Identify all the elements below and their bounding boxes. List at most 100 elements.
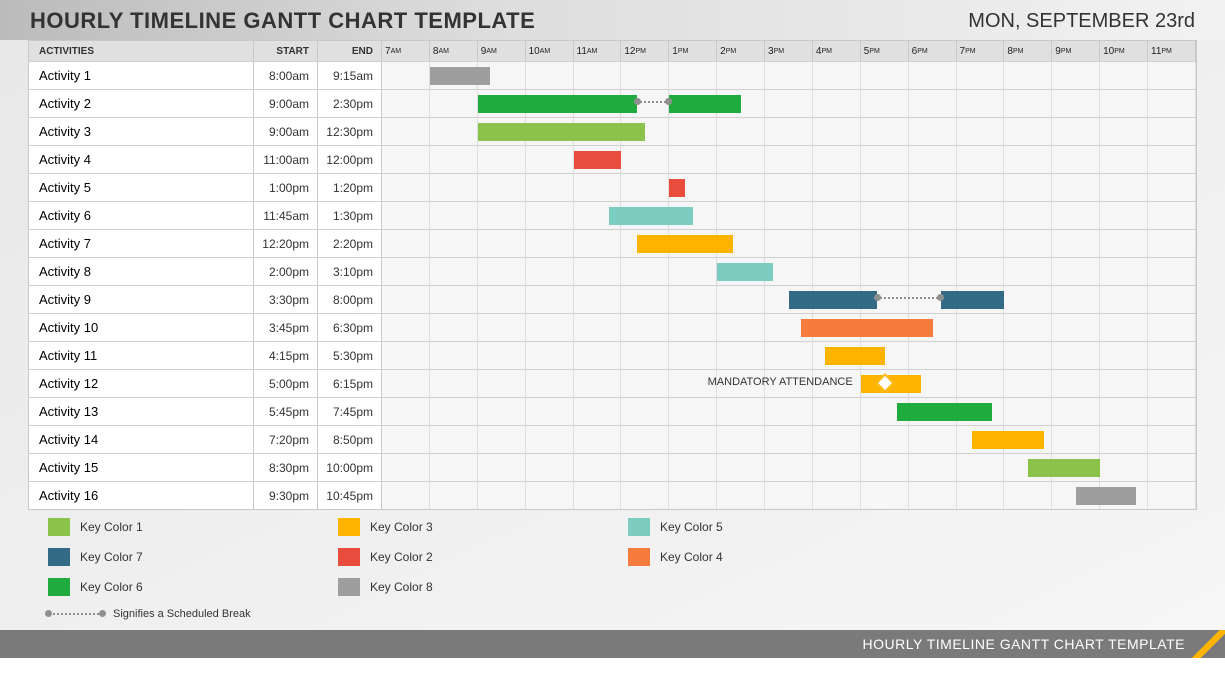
activity-end: 5:30pm — [318, 342, 382, 369]
activity-name: Activity 9 — [29, 286, 254, 313]
activity-end: 1:20pm — [318, 174, 382, 201]
activity-name: Activity 4 — [29, 146, 254, 173]
timeline — [382, 230, 1196, 257]
hour-header: 11AM — [574, 41, 622, 61]
hour-header: 10AM — [526, 41, 574, 61]
legend-item: Key Color 5 — [628, 518, 918, 536]
activity-start: 11:45am — [254, 202, 318, 229]
legend-label: Key Color 7 — [80, 550, 143, 564]
legend: Key Color 1 Key Color 3 Key Color 5 Key Col… — [28, 510, 1197, 624]
col-header-end: END — [318, 41, 382, 61]
activity-end: 2:20pm — [318, 230, 382, 257]
footer-title: HOURLY TIMELINE GANTT CHART TEMPLATE — [863, 636, 1185, 652]
activity-start: 2:00pm — [254, 258, 318, 285]
activity-end: 8:00pm — [318, 286, 382, 313]
activity-row: Activity 29:00am2:30pm — [29, 89, 1196, 117]
break-indicator — [637, 101, 669, 103]
activity-start: 9:30pm — [254, 482, 318, 509]
legend-item: Key Color 1 — [48, 518, 338, 536]
activity-start: 3:30pm — [254, 286, 318, 313]
break-line-icon — [48, 613, 103, 615]
activity-end: 12:00pm — [318, 146, 382, 173]
timeline — [382, 314, 1196, 341]
activity-row: Activity 51:00pm1:20pm — [29, 173, 1196, 201]
activity-start: 1:00pm — [254, 174, 318, 201]
activity-name: Activity 14 — [29, 426, 254, 453]
hour-header: 9AM — [478, 41, 526, 61]
gantt-bar — [1076, 487, 1136, 505]
gantt-bar — [825, 347, 885, 365]
legend-label: Key Color 1 — [80, 520, 143, 534]
hour-header: 2PM — [717, 41, 765, 61]
activity-name: Activity 8 — [29, 258, 254, 285]
activity-end: 12:30pm — [318, 118, 382, 145]
timeline — [382, 258, 1196, 285]
gantt-bar — [972, 431, 1044, 449]
gantt-bar — [478, 95, 637, 113]
timeline — [382, 202, 1196, 229]
activity-name: Activity 3 — [29, 118, 254, 145]
header: HOURLY TIMELINE GANTT CHART TEMPLATE MON… — [0, 0, 1225, 40]
activity-start: 8:00am — [254, 62, 318, 89]
hour-header: 7AM — [382, 41, 430, 61]
timeline — [382, 174, 1196, 201]
activity-end: 1:30pm — [318, 202, 382, 229]
activity-row: Activity 39:00am12:30pm — [29, 117, 1196, 145]
timeline — [382, 90, 1196, 117]
hour-header: 7PM — [957, 41, 1005, 61]
legend-label: Key Color 4 — [660, 550, 723, 564]
legend-swatch — [628, 548, 650, 566]
activity-row: Activity 147:20pm8:50pm — [29, 425, 1196, 453]
gantt-bar — [897, 403, 993, 421]
gantt-chart: ACTIVITIES START END 7AM8AM9AM10AM11AM12… — [0, 40, 1225, 630]
gantt-bar — [430, 67, 490, 85]
activity-row: Activity 93:30pm8:00pm — [29, 285, 1196, 313]
break-legend-label: Signifies a Scheduled Break — [113, 608, 251, 620]
activity-row: Activity 18:00am9:15am — [29, 61, 1196, 89]
activity-name: Activity 12 — [29, 370, 254, 397]
legend-item: Key Color 6 — [48, 578, 338, 596]
legend-swatch — [628, 518, 650, 536]
legend-item: Key Color 7 — [48, 548, 338, 566]
hour-header: 12PM — [621, 41, 669, 61]
legend-break: Signifies a Scheduled Break — [48, 608, 1177, 620]
legend-swatch — [48, 548, 70, 566]
activity-start: 3:45pm — [254, 314, 318, 341]
timeline — [382, 118, 1196, 145]
hour-header: 9PM — [1052, 41, 1100, 61]
activity-row: Activity 611:45am1:30pm — [29, 201, 1196, 229]
activity-start: 9:00am — [254, 118, 318, 145]
activity-row: Activity 114:15pm5:30pm — [29, 341, 1196, 369]
activity-row: Activity 82:00pm3:10pm — [29, 257, 1196, 285]
hour-header: 11PM — [1148, 41, 1196, 61]
activity-name: Activity 16 — [29, 482, 254, 509]
legend-label: Key Color 2 — [370, 550, 433, 564]
gantt-bar — [1028, 459, 1100, 477]
legend-label: Key Color 3 — [370, 520, 433, 534]
activity-row: Activity 135:45pm7:45pm — [29, 397, 1196, 425]
gantt-bar — [669, 95, 741, 113]
activity-end: 6:30pm — [318, 314, 382, 341]
activity-end: 10:00pm — [318, 454, 382, 481]
gantt-bar — [789, 291, 877, 309]
legend-item: Key Color 8 — [338, 578, 628, 596]
gantt-bar — [478, 123, 646, 141]
activity-end: 2:30pm — [318, 90, 382, 117]
activity-name: Activity 7 — [29, 230, 254, 257]
hour-header: 10PM — [1100, 41, 1148, 61]
hour-header: 8AM — [430, 41, 478, 61]
legend-item: Key Color 4 — [628, 548, 918, 566]
timeline — [382, 286, 1196, 313]
timeline — [382, 454, 1196, 481]
activity-name: Activity 10 — [29, 314, 254, 341]
footer: HOURLY TIMELINE GANTT CHART TEMPLATE — [0, 630, 1225, 658]
activity-name: Activity 13 — [29, 398, 254, 425]
legend-swatch — [338, 578, 360, 596]
gantt-bar — [609, 207, 693, 225]
activity-start: 11:00am — [254, 146, 318, 173]
activity-start: 5:45pm — [254, 398, 318, 425]
hour-header: 8PM — [1004, 41, 1052, 61]
activity-name: Activity 11 — [29, 342, 254, 369]
activity-start: 4:15pm — [254, 342, 318, 369]
activity-end: 9:15am — [318, 62, 382, 89]
